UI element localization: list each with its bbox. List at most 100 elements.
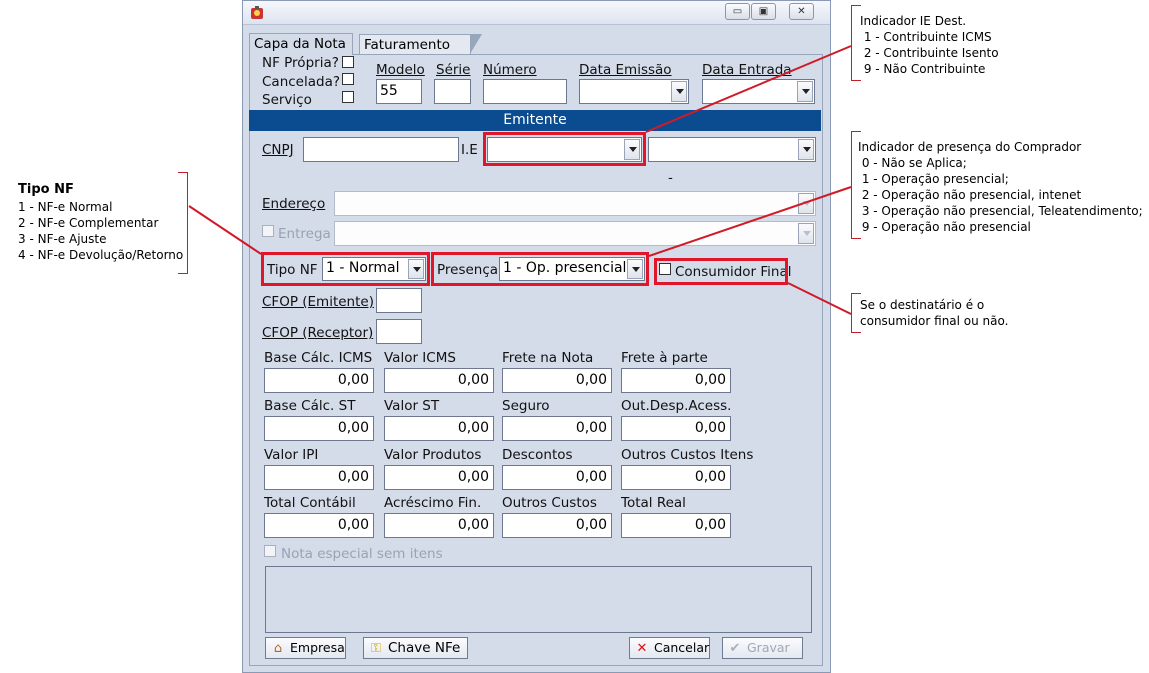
observacoes-memo[interactable]	[265, 566, 812, 633]
key-icon: ⚿	[371, 641, 381, 656]
tipo-nf-annotation-line: 3 - NF-e Ajuste	[18, 232, 107, 246]
presenca-annotation-line: Indicador de presença do Comprador	[858, 140, 1082, 154]
chave-nfe-button-label: Chave NFe	[388, 640, 461, 656]
total-label: Outros Custos	[502, 495, 597, 511]
x-icon: ✕	[636, 641, 648, 656]
endereco-select[interactable]	[334, 191, 816, 216]
minimize-button[interactable]: ▭	[725, 3, 750, 20]
chevron-down-icon[interactable]	[798, 193, 814, 214]
chave-nfe-button[interactable]: ⚿ Chave NFe	[363, 637, 468, 659]
nota-especial-checkbox[interactable]	[264, 545, 276, 557]
dash-text: -	[668, 170, 673, 186]
total-label: Out.Desp.Acess.	[621, 398, 732, 414]
ie-dest-annotation: Indicador IE Dest. 1 - Contribuinte ICMS…	[860, 13, 999, 77]
gravar-button-label: Gravar	[747, 640, 790, 655]
tipo-nf-annotation-line: 2 - NF-e Complementar	[18, 216, 159, 230]
total-input[interactable]: 0,00	[264, 368, 374, 393]
chevron-down-icon[interactable]	[798, 223, 814, 244]
total-input[interactable]: 0,00	[384, 416, 494, 441]
total-input[interactable]: 0,00	[502, 416, 612, 441]
total-input[interactable]: 0,00	[384, 513, 494, 538]
gravar-button[interactable]: ✔ Gravar	[722, 637, 803, 659]
total-label: Valor ICMS	[384, 350, 456, 366]
ie-label: I.E	[461, 142, 478, 158]
total-label: Valor IPI	[264, 447, 319, 463]
app-icon	[251, 6, 263, 19]
numero-input[interactable]	[483, 79, 567, 104]
presenca-annotation-line: 1 - Operação presencial;	[858, 172, 1009, 186]
cancelar-button-label: Cancelar	[654, 640, 710, 655]
nf-propria-checkbox[interactable]	[342, 56, 354, 68]
cfop-receptor-input[interactable]	[376, 319, 422, 344]
ie-dest-annotation-line: Indicador IE Dest.	[860, 14, 967, 28]
presenca-annotation-line: 0 - Não se Aplica;	[858, 156, 967, 170]
emitente-section-header: Emitente	[249, 110, 821, 131]
tipo-nf-annotation-line: 4 - NF-e Devolução/Retorno	[18, 248, 184, 262]
servico-label: Serviço	[262, 92, 312, 108]
total-input[interactable]: 0,00	[384, 368, 494, 393]
data-emissao-picker[interactable]	[579, 79, 689, 104]
serie-label: Série	[436, 62, 471, 78]
tipo-nf-annotation-title: Tipo NF	[18, 182, 74, 197]
endereco-label: Endereço	[262, 196, 326, 212]
total-label: Total Real	[621, 495, 686, 511]
nf-propria-label: NF Própria?	[262, 55, 339, 71]
title-bar[interactable]: ▭ ▣ ✕	[243, 1, 830, 25]
tab-faturamento[interactable]: Faturamento	[359, 34, 482, 54]
cancelada-checkbox[interactable]	[342, 73, 354, 85]
entrega-checkbox[interactable]	[262, 225, 274, 237]
data-entrada-picker[interactable]	[702, 79, 815, 104]
serie-input[interactable]	[434, 79, 471, 104]
total-label: Seguro	[502, 398, 550, 414]
total-input[interactable]: 0,00	[384, 465, 494, 490]
total-input[interactable]: 0,00	[621, 368, 731, 393]
ie-select[interactable]	[648, 137, 816, 162]
consumidor-annotation-line: consumidor final ou não.	[860, 314, 1009, 328]
close-button[interactable]: ✕	[789, 3, 814, 20]
total-input[interactable]: 0,00	[621, 416, 731, 441]
total-input[interactable]: 0,00	[264, 513, 374, 538]
total-label: Valor ST	[384, 398, 440, 414]
presenca-annotation-line: 3 - Operação não presencial, Teleatendim…	[858, 204, 1143, 218]
chevron-down-icon[interactable]	[797, 81, 813, 102]
total-input[interactable]: 0,00	[621, 513, 731, 538]
data-entrada-label: Data Entrada	[702, 62, 792, 78]
total-input[interactable]: 0,00	[502, 513, 612, 538]
total-input[interactable]: 0,00	[502, 368, 612, 393]
empresa-button[interactable]: ⌂ Empresa	[265, 637, 346, 659]
total-input[interactable]: 0,00	[502, 465, 612, 490]
tipo-nf-annotation: 1 - NF-e Normal 2 - NF-e Complementar 3 - …	[18, 199, 183, 263]
tab-capa-da-nota[interactable]: Capa da Nota	[249, 33, 353, 55]
presenca-annotation-line: 2 - Operação não presencial, intenet	[858, 188, 1082, 202]
total-input[interactable]: 0,00	[264, 416, 374, 441]
servico-checkbox[interactable]	[342, 91, 354, 103]
tipo-nf-annotation-line: 1 - NF-e Normal	[18, 200, 113, 214]
chevron-down-icon[interactable]	[671, 81, 687, 102]
total-label: Total Contábil	[264, 495, 356, 511]
total-label: Frete na Nota	[502, 350, 594, 366]
cancelar-button[interactable]: ✕ Cancelar	[629, 637, 710, 659]
numero-label: Número	[483, 62, 537, 78]
chevron-down-icon[interactable]	[798, 139, 814, 160]
ie-dest-annotation-line: 1 - Contribuinte ICMS	[860, 30, 992, 44]
presenca-annotation: Indicador de presença do Comprador 0 - N…	[858, 139, 1143, 235]
ie-dest-highlight	[483, 132, 646, 166]
modelo-input[interactable]: 55	[376, 79, 422, 104]
cnpj-input[interactable]	[303, 137, 459, 162]
presenca-annotation-line: 9 - Operação não presencial	[858, 220, 1031, 234]
restore-button[interactable]: ▣	[751, 3, 776, 20]
total-label: Frete à parte	[621, 350, 708, 366]
entrega-select[interactable]	[334, 221, 816, 246]
cfop-emitente-input[interactable]	[376, 288, 422, 313]
total-label: Base Cálc. ICMS	[264, 350, 373, 366]
entrega-label: Entrega	[278, 226, 331, 242]
cfop-receptor-label: CFOP (Receptor)	[262, 325, 374, 341]
cnpj-label: CNPJ	[262, 142, 294, 158]
check-icon: ✔	[729, 641, 741, 656]
ie-dest-annotation-line: 2 - Contribuinte Isento	[860, 46, 999, 60]
ie-dest-annotation-line: 9 - Não Contribuinte	[860, 62, 986, 76]
total-input[interactable]: 0,00	[264, 465, 374, 490]
total-input[interactable]: 0,00	[621, 465, 731, 490]
empresa-button-label: Empresa	[290, 640, 345, 655]
consumidor-annotation: Se o destinatário é o consumidor final ou…	[860, 297, 1008, 329]
